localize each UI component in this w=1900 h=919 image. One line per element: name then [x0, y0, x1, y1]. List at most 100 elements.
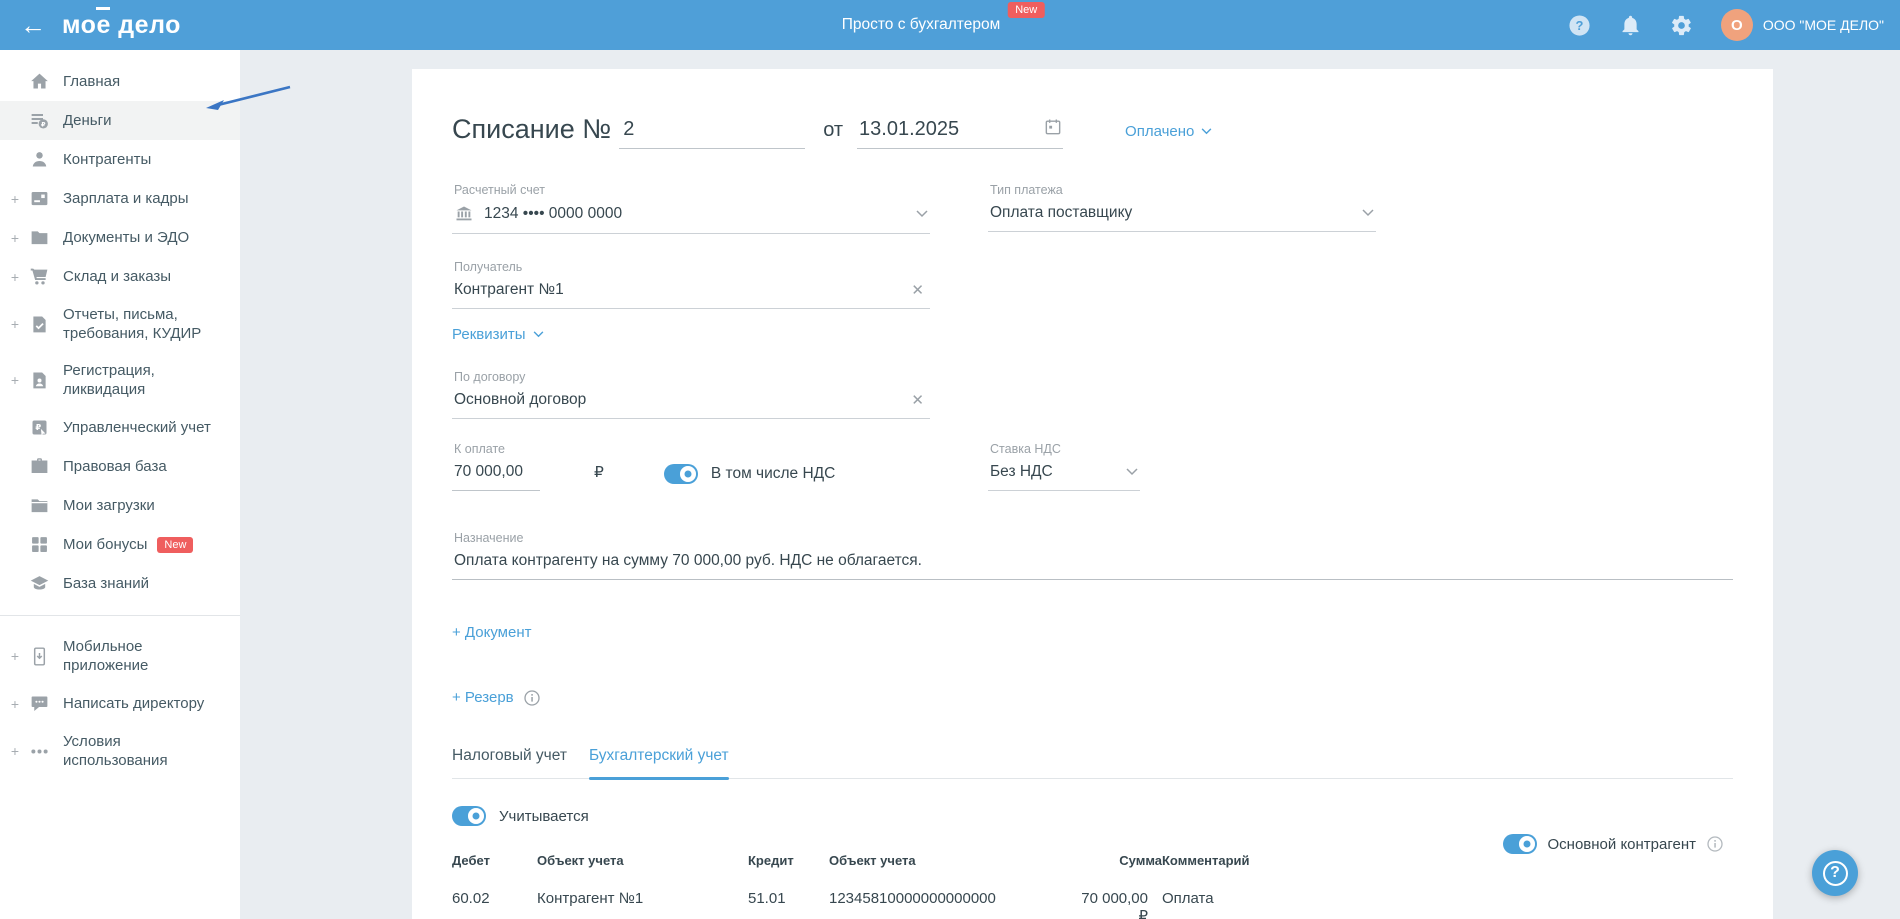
sidebar-item-contractors[interactable]: Контрагенты: [0, 140, 240, 179]
bell-icon[interactable]: [1619, 14, 1642, 37]
account-field: Расчетный счет 1234 •••• 0000 0000: [452, 183, 930, 234]
sidebar-item-bonuses[interactable]: Мои бонусыNew: [0, 525, 240, 564]
purpose-field: Назначение: [452, 531, 1733, 580]
sidebar-item-terms[interactable]: + Условия использования: [0, 723, 240, 779]
table-cell: Контрагент №1: [537, 890, 748, 907]
status-badge: Оплачено: [1125, 123, 1194, 140]
expand-plus-icon[interactable]: +: [9, 230, 21, 246]
main-contractor-toggle[interactable]: [1503, 834, 1537, 854]
account-menu[interactable]: O ООО "МОЕ ДЕЛО": [1721, 9, 1884, 41]
account-select[interactable]: 1234 •••• 0000 0000: [452, 197, 930, 234]
reports-icon: [29, 314, 50, 335]
sidebar-item-label: Контрагенты: [63, 150, 151, 169]
payment-type-value: Оплата поставщику: [990, 204, 1132, 222]
chevron-down-icon: [916, 210, 928, 218]
salary-icon: [29, 188, 50, 209]
sidebar-item-label: Условия использования: [63, 732, 226, 770]
payment-type-select[interactable]: Оплата поставщику: [988, 197, 1376, 232]
clear-icon[interactable]: ✕: [907, 281, 928, 299]
contract-field: По договору ✕: [452, 370, 930, 419]
vat-included-toggle[interactable]: [664, 464, 698, 484]
accounting-table: ДебетОбъект учетаКредитОбъект учетаСумма…: [452, 851, 1733, 919]
expand-plus-icon[interactable]: +: [9, 372, 21, 388]
gear-icon[interactable]: [1670, 14, 1693, 37]
tab-tax-accounting[interactable]: Налоговый учет: [452, 747, 567, 778]
sidebar-item-management[interactable]: ₽Управленческий учет: [0, 408, 240, 447]
document-number-input[interactable]: [619, 118, 805, 148]
expand-plus-icon[interactable]: +: [9, 743, 21, 759]
title-row: Списание № от Оплачено: [452, 103, 1733, 149]
message-icon: [29, 693, 50, 714]
sidebar-item-legal[interactable]: Правовая база: [0, 447, 240, 486]
sidebar-item-registration[interactable]: +Регистрация, ликвидация: [0, 352, 240, 408]
table-cell: Оплата: [1162, 890, 1733, 907]
recipient-input[interactable]: [454, 281, 907, 299]
terms-icon: [29, 741, 50, 762]
chevron-down-icon: [533, 331, 544, 338]
question-mark-icon: ?: [1823, 861, 1848, 886]
row-amount: К оплате ₽ В том числе НДС Ставка НДС Бе…: [452, 442, 1733, 491]
vat-rate-select[interactable]: Без НДС: [988, 456, 1140, 491]
add-reserve-link[interactable]: + Резерв: [452, 689, 514, 706]
row-account: Расчетный счет 1234 •••• 0000 0000 Тип п…: [452, 183, 1733, 234]
tagline-banner[interactable]: Просто с бухгалтеромNew: [842, 0, 1001, 50]
table-cell: 70 000,00 ₽: [1069, 890, 1162, 919]
info-icon[interactable]: [524, 690, 540, 706]
sidebar-item-label: Документы и ЭДО: [63, 228, 189, 247]
purpose-input-wrap: [452, 545, 1733, 580]
header-actions: ? O ООО "МОЕ ДЕЛО": [1568, 0, 1884, 50]
avatar: O: [1721, 9, 1753, 41]
sidebar-item-label: Отчеты, письма, требования, КУДИР: [63, 305, 226, 343]
app-logo[interactable]: мое дело: [62, 11, 181, 40]
expand-plus-icon[interactable]: +: [9, 696, 21, 712]
sidebar-item-documents[interactable]: + Документы и ЭДО: [0, 218, 240, 257]
expand-plus-icon[interactable]: +: [9, 269, 21, 285]
date-input[interactable]: [857, 118, 997, 148]
sidebar-item-mobile[interactable]: + Мобильное приложение: [0, 628, 240, 684]
sidebar-item-director[interactable]: +Написать директору: [0, 684, 240, 723]
svg-text:₽: ₽: [41, 121, 46, 128]
amount-input[interactable]: [452, 456, 540, 490]
sidebar-divider: [0, 615, 240, 616]
sidebar-item-salary[interactable]: +Зарплата и кадры: [0, 179, 240, 218]
purpose-input[interactable]: [454, 552, 1731, 570]
sidebar-item-home[interactable]: Главная: [0, 62, 240, 101]
sidebar-item-downloads[interactable]: Мои загрузки: [0, 486, 240, 525]
sidebar-item-label: Мои бонусы: [63, 535, 147, 554]
main-contractor-label: Основной контрагент: [1548, 836, 1696, 853]
back-arrow-icon[interactable]: ←: [20, 12, 46, 38]
chevron-down-icon: [1201, 128, 1212, 135]
recipient-field: Получатель ✕: [452, 260, 930, 309]
warehouse-icon: [29, 266, 50, 287]
help-icon[interactable]: ?: [1568, 14, 1591, 37]
add-document-link[interactable]: + Документ: [452, 624, 531, 641]
app-screen: ← мое дело Просто с бухгалтеромNew ? O О…: [0, 0, 1900, 919]
expand-plus-icon[interactable]: +: [9, 191, 21, 207]
calendar-icon[interactable]: [1043, 117, 1063, 148]
clear-icon[interactable]: ✕: [907, 391, 928, 409]
help-fab-button[interactable]: ?: [1812, 850, 1858, 896]
logo-part1: мо: [62, 11, 96, 39]
status-dropdown[interactable]: Оплачено: [1125, 123, 1212, 149]
tab-accounting[interactable]: Бухгалтерский учет: [589, 747, 729, 778]
sidebar-item-money[interactable]: ₽Деньги: [0, 101, 240, 140]
amount-label: К оплате: [452, 442, 540, 456]
home-icon: [29, 71, 50, 92]
sidebar-item-reports[interactable]: + Отчеты, письма, требования, КУДИР: [0, 296, 240, 352]
sidebar-item-label: Мобильное приложение: [63, 637, 226, 675]
bonus-icon: [29, 534, 50, 555]
sidebar-menu: Главная₽Деньги Контрагенты +Зарплата и кад…: [0, 62, 240, 779]
expand-plus-icon[interactable]: +: [9, 316, 21, 332]
date-preposition: от: [823, 119, 843, 149]
info-icon[interactable]: [1707, 836, 1723, 852]
contract-input[interactable]: [454, 391, 907, 409]
requisites-link[interactable]: Реквизиты: [452, 326, 544, 343]
writeoff-card: Списание № от Оплачено: [412, 69, 1773, 919]
expand-plus-icon[interactable]: +: [9, 648, 21, 664]
considered-toggle[interactable]: [452, 806, 486, 826]
main-contractor-row: Основной контрагент: [1503, 834, 1723, 854]
table-header-cell: Кредит: [748, 851, 829, 870]
sidebar-item-knowledge[interactable]: База знаний: [0, 564, 240, 603]
sidebar-item-warehouse[interactable]: +Склад и заказы: [0, 257, 240, 296]
payment-type-field: Тип платежа Оплата поставщику: [988, 183, 1376, 232]
